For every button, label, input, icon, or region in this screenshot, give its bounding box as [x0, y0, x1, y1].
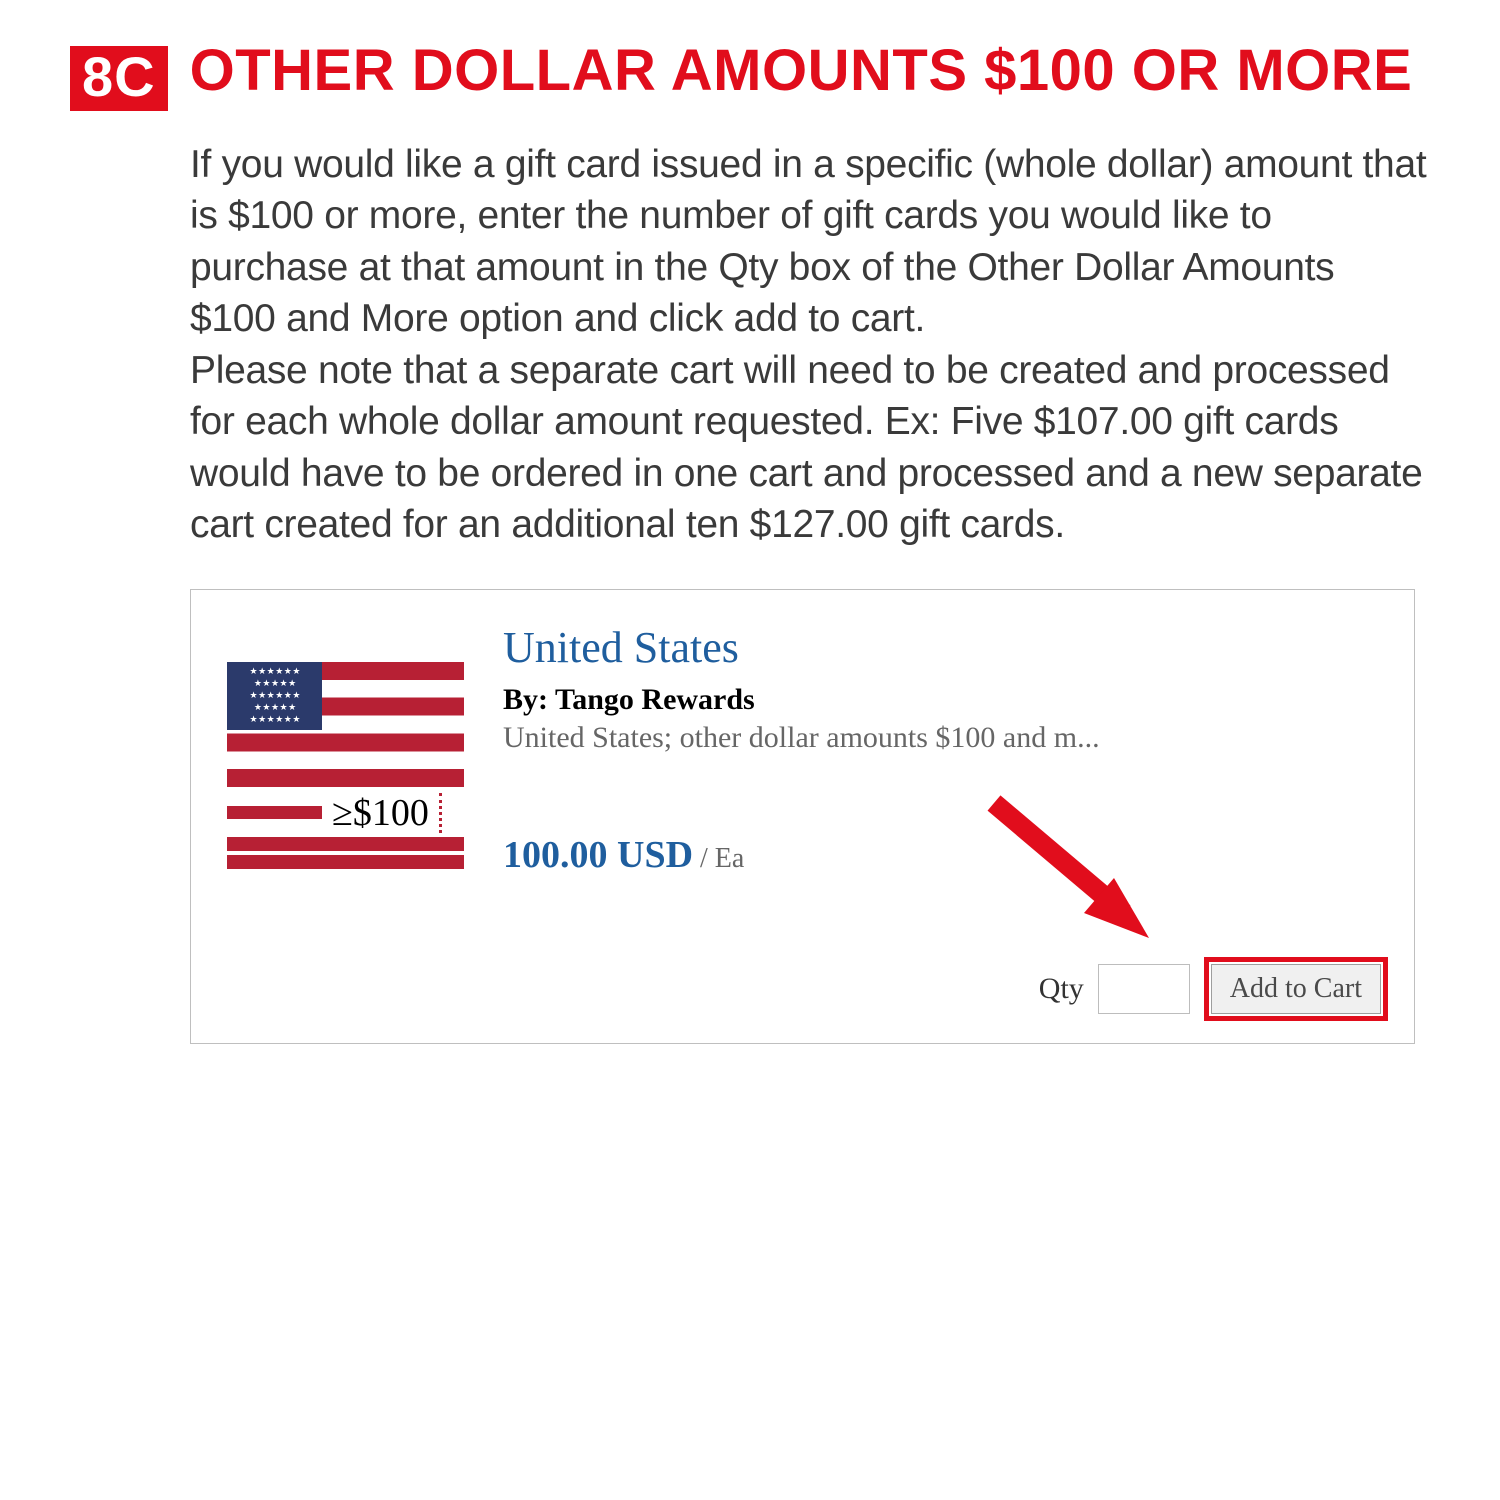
qty-input[interactable] [1098, 964, 1190, 1014]
product-title: United States [503, 622, 1386, 673]
product-card: ★ ★ ★ ★ ★ ★ ★ ★ ★ ★ ★ ★ ★ ★ ★ ★ ★ ★ ★ ★ … [190, 589, 1415, 1044]
body-paragraph-2: Please note that a separate cart will ne… [190, 345, 1430, 551]
add-to-cart-highlight: Add to Cart [1204, 957, 1388, 1021]
body-paragraph-1: If you would like a gift card issued in … [190, 139, 1430, 345]
product-image: ★ ★ ★ ★ ★ ★ ★ ★ ★ ★ ★ ★ ★ ★ ★ ★ ★ ★ ★ ★ … [227, 662, 467, 869]
ge-100-label: ≥$100 [332, 794, 429, 832]
section-header: 8C OTHER DOLLAR AMOUNTS $100 OR MORE [70, 40, 1430, 111]
cart-controls: Qty Add to Cart [1039, 957, 1388, 1021]
product-price: 100.00 USD [503, 834, 693, 876]
product-info: United States By: Tango Rewards United S… [503, 622, 1386, 877]
section-title: OTHER DOLLAR AMOUNTS $100 OR MORE [190, 40, 1413, 103]
qty-label: Qty [1039, 972, 1084, 1006]
us-flag-icon: ★ ★ ★ ★ ★ ★ ★ ★ ★ ★ ★ ★ ★ ★ ★ ★ ★ ★ ★ ★ … [227, 662, 464, 787]
product-price-row: 100.00 USD / Ea [503, 833, 1386, 877]
section-badge: 8C [70, 46, 168, 111]
product-description: United States; other dollar amounts $100… [503, 721, 1386, 755]
section-body: If you would like a gift card issued in … [190, 139, 1430, 551]
product-per-unit: / Ea [693, 843, 744, 874]
add-to-cart-button[interactable]: Add to Cart [1211, 964, 1381, 1014]
product-vendor: By: Tango Rewards [503, 683, 1386, 717]
document-section: 8C OTHER DOLLAR AMOUNTS $100 OR MORE If … [0, 0, 1500, 1044]
